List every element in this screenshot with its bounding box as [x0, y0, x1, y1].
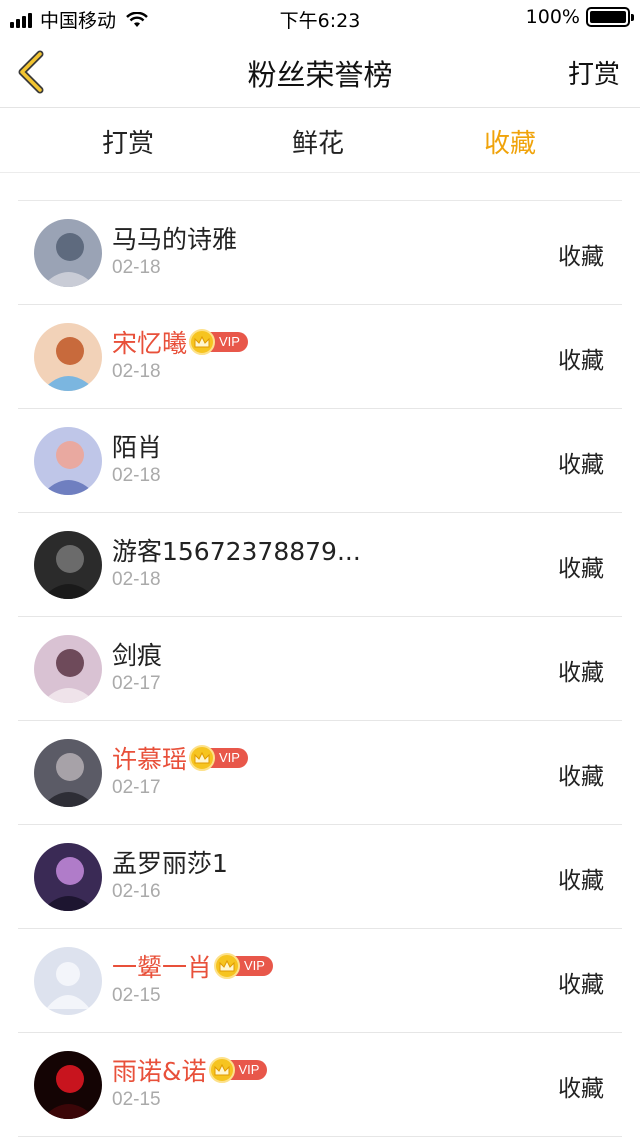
list-item[interactable]: 宋忆曦 VIP 02-18 收藏: [18, 305, 622, 409]
avatar[interactable]: [34, 739, 102, 807]
nav-bar: 粉丝荣誉榜 打赏: [0, 36, 640, 108]
fan-list: 马马的诗雅 02-18 收藏 宋忆曦 VIP 02-18 收藏 陌肖 02-18 收藏 游客1567…: [0, 173, 640, 1139]
list-item[interactable]: 游客15672378879... 02-18 收藏: [18, 513, 622, 617]
user-name-line: 陌肖: [112, 429, 162, 463]
crown-icon: [208, 1057, 235, 1083]
user-name-line: 许慕瑶 VIP: [112, 741, 248, 775]
list-item[interactable]: 雨诺&诺 VIP 02-15 收藏: [18, 1033, 622, 1137]
crown-icon: [214, 953, 241, 979]
user-name-line: 一颦一肖 VIP: [112, 949, 273, 983]
vip-badge: VIP: [189, 329, 248, 355]
favorite-date: 02-18: [112, 361, 161, 382]
user-name: 马马的诗雅: [112, 225, 238, 254]
tab-reward[interactable]: 打赏: [38, 123, 218, 160]
avatar[interactable]: [34, 323, 102, 391]
reward-button[interactable]: 打赏: [568, 54, 620, 91]
user-name: 雨诺&诺: [112, 1057, 207, 1086]
user-name-line: 孟罗丽莎1: [112, 845, 228, 879]
favorite-date: 02-15: [112, 1089, 161, 1110]
user-name-line: 游客15672378879...: [112, 533, 361, 567]
tab-favorites[interactable]: 收藏: [420, 123, 600, 160]
battery-percent: 100%: [525, 6, 580, 28]
user-name: 游客15672378879...: [112, 537, 361, 566]
user-name-line: 马马的诗雅: [112, 221, 237, 255]
user-name: 宋忆曦: [112, 329, 188, 358]
user-name: 剑痕: [112, 641, 163, 670]
favorite-date: 02-17: [112, 673, 161, 694]
user-name-line: 剑痕: [112, 637, 162, 671]
action-label: 收藏: [558, 764, 604, 790]
user-name: 一颦一肖: [112, 953, 213, 982]
avatar[interactable]: [34, 843, 102, 911]
user-name: 孟罗丽莎1: [112, 849, 228, 878]
favorite-date: 02-18: [112, 569, 161, 590]
action-label: 收藏: [558, 348, 604, 374]
action-label: 收藏: [558, 556, 604, 582]
favorite-date: 02-16: [112, 881, 161, 902]
list-item[interactable]: 剑痕 02-17 收藏: [18, 617, 622, 721]
vip-badge: VIP: [214, 953, 273, 979]
action-label: 收藏: [558, 660, 604, 686]
vip-badge: VIP: [208, 1057, 268, 1083]
user-name-line: 雨诺&诺 VIP: [112, 1053, 268, 1087]
vip-badge: VIP: [189, 745, 248, 771]
default-avatar[interactable]: [34, 947, 102, 1015]
favorite-date: 02-17: [112, 777, 161, 798]
action-label: 收藏: [558, 452, 604, 478]
tab-flowers[interactable]: 鲜花: [228, 123, 408, 160]
action-label: 收藏: [558, 868, 604, 894]
list-item-partial: [18, 173, 622, 201]
list-item[interactable]: 马马的诗雅 02-18 收藏: [18, 201, 622, 305]
list-item[interactable]: 一颦一肖 VIP 02-15 收藏: [18, 929, 622, 1033]
status-bar: 中国移动 下午6:23 100%: [0, 0, 640, 36]
action-label: 收藏: [558, 244, 604, 270]
tab-bar: 打赏 鲜花 收藏: [0, 109, 640, 173]
favorite-date: 02-18: [112, 257, 161, 278]
favorite-date: 02-15: [112, 985, 161, 1006]
page-title: 粉丝荣誉榜: [247, 58, 393, 92]
list-item[interactable]: 许慕瑶 VIP 02-17 收藏: [18, 721, 622, 825]
favorite-date: 02-18: [112, 465, 161, 486]
avatar[interactable]: [34, 635, 102, 703]
crown-icon: [189, 745, 216, 771]
crown-icon: [189, 329, 216, 355]
avatar[interactable]: [34, 531, 102, 599]
user-name: 许慕瑶: [112, 745, 188, 774]
action-label: 收藏: [558, 1076, 604, 1102]
avatar[interactable]: [34, 219, 102, 287]
list-item[interactable]: 陌肖 02-18 收藏: [18, 409, 622, 513]
user-name-line: 宋忆曦 VIP: [112, 325, 248, 359]
user-name: 陌肖: [112, 433, 163, 462]
battery-icon: [586, 7, 634, 27]
action-label: 收藏: [558, 972, 604, 998]
avatar[interactable]: [34, 427, 102, 495]
list-item[interactable]: 孟罗丽莎1 02-16 收藏: [18, 825, 622, 929]
avatar[interactable]: [34, 1051, 102, 1119]
